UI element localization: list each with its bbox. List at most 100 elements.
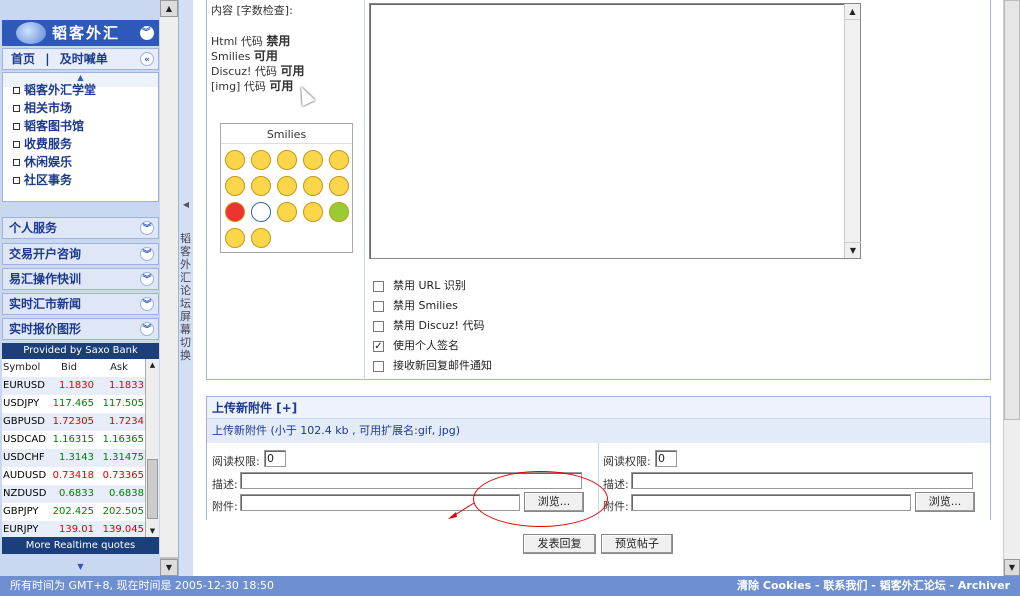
- forum-logo[interactable]: 韬客外汇 ︾: [2, 20, 159, 46]
- smiley-icon[interactable]: [329, 150, 349, 170]
- sidebar-scroll-down-icon[interactable]: ▼: [2, 562, 159, 574]
- footer-link[interactable]: 韬客外汇论坛: [880, 579, 946, 592]
- checkbox[interactable]: [373, 300, 384, 312]
- section-header[interactable]: 易汇操作快训 ︾: [2, 268, 159, 290]
- menu-item[interactable]: 相关市场: [3, 99, 158, 117]
- attach-label: 附件:: [212, 500, 238, 513]
- option-row[interactable]: 接收新回复邮件通知: [373, 358, 492, 374]
- option-row[interactable]: 禁用 Smilies: [373, 298, 458, 314]
- smiley-icon[interactable]: [277, 202, 297, 222]
- checkbox[interactable]: [373, 280, 384, 292]
- bullet-icon: [13, 141, 20, 148]
- quotes-table: Symbol Bid Ask EURUSD 1.1830 1.1833 USDJPY 1…: [2, 359, 145, 539]
- checkbox[interactable]: [373, 320, 384, 332]
- option-row[interactable]: 禁用 URL 识别: [373, 278, 466, 294]
- status-bar: 所有时间为 GMT+8, 现在时间是 2005-12-30 18:50 清除 C…: [0, 576, 1020, 596]
- quote-ask: 1.7234: [109, 416, 144, 427]
- frame-switch-bar[interactable]: ◀ 韬客外汇论坛屏幕切换: [178, 0, 193, 576]
- menu-item[interactable]: 社区事务: [3, 171, 158, 189]
- smiley-icon[interactable]: [225, 176, 245, 196]
- collapse-nav-icon[interactable]: «: [140, 52, 154, 66]
- section-label: 个人服务: [9, 221, 58, 235]
- option-row[interactable]: 禁用 Discuz! 代码: [373, 318, 484, 334]
- smiley-icon[interactable]: [277, 150, 297, 170]
- bullet-icon: [13, 105, 20, 112]
- attach-file-input[interactable]: [631, 494, 911, 511]
- section-header[interactable]: 交易开户咨询 ︾: [2, 243, 159, 265]
- footer-link[interactable]: Archiver: [958, 579, 1010, 592]
- preview-post-button[interactable]: 预览帖子: [601, 534, 673, 554]
- read-perm-input[interactable]: 0: [655, 450, 677, 467]
- footer-link[interactable]: 清除 Cookies: [737, 579, 811, 592]
- message-textarea[interactable]: ▲ ▼: [369, 3, 861, 259]
- nav-home-link[interactable]: 首页: [11, 52, 35, 66]
- sidebar-scrollbar[interactable]: ▲ ▼: [160, 0, 178, 576]
- smiley-icon[interactable]: [225, 228, 245, 248]
- nav-quote-link[interactable]: 及时喊单: [60, 52, 108, 66]
- menu-item[interactable]: 韬客外汇学堂: [3, 81, 158, 99]
- col-symbol-header: Symbol: [3, 362, 41, 373]
- main-scrollbar[interactable]: ▼: [1003, 0, 1020, 576]
- browse-button[interactable]: 浏览...: [915, 492, 975, 512]
- smiley-icon[interactable]: [277, 176, 297, 196]
- textarea-scrollbar[interactable]: ▲ ▼: [844, 4, 861, 258]
- smiley-icon[interactable]: [225, 150, 245, 170]
- quote-row: GBPJPY 202.425 202.505: [2, 503, 145, 521]
- menu-item[interactable]: 休闲娱乐: [3, 153, 158, 171]
- smiley-icon[interactable]: [251, 176, 271, 196]
- section-header[interactable]: 个人服务 ︾: [2, 217, 159, 239]
- more-quotes-link[interactable]: More Realtime quotes: [2, 537, 159, 554]
- quote-row: USDCAD 1.16315 1.16365: [2, 431, 145, 449]
- quote-symbol: EURUSD: [3, 380, 45, 391]
- quote-symbol: GBPUSD: [3, 416, 46, 427]
- checkbox[interactable]: ✓: [373, 340, 384, 352]
- option-label: 接收新回复邮件通知: [393, 359, 492, 372]
- section-label: 实时汇市新闻: [9, 297, 82, 311]
- quote-ask: 1.31475: [102, 452, 144, 463]
- menu-box: ▲ 韬客外汇学堂 相关市场 韬客图书馆 收费服务 休闲娱乐 社区事务: [2, 72, 159, 202]
- quote-symbol: USDCHF: [3, 452, 45, 463]
- expand-icon[interactable]: ︾: [140, 272, 154, 286]
- desc-label: 描述:: [212, 478, 238, 491]
- collapse-arrow-icon[interactable]: ◀: [179, 200, 193, 209]
- discuz-code-status: Discuz! 代码 可用: [211, 64, 305, 78]
- section-header[interactable]: 实时报价图形 ︾: [2, 318, 159, 340]
- quote-ask: 0.6838: [109, 488, 144, 499]
- menu-item[interactable]: 韬客图书馆: [3, 117, 158, 135]
- smiley-icon[interactable]: [251, 228, 271, 248]
- footer-link[interactable]: 联系我们: [823, 579, 867, 592]
- quotes-header-row: Symbol Bid Ask: [2, 359, 145, 377]
- quote-row: GBPUSD 1.72305 1.7234: [2, 413, 145, 431]
- section-header[interactable]: 实时汇市新闻 ︾: [2, 293, 159, 315]
- frame-switch-label: 韬客外汇论坛屏幕切换: [180, 232, 191, 362]
- read-perm-input[interactable]: 0: [264, 450, 286, 467]
- menu-item-label: 社区事务: [24, 173, 73, 187]
- read-perm-label: 阅读权限:: [212, 455, 260, 468]
- submit-reply-button[interactable]: 发表回复: [523, 534, 596, 554]
- smilies-panel: Smilies: [220, 123, 353, 253]
- expand-icon[interactable]: ︾: [140, 297, 154, 311]
- quotes-scrollbar[interactable]: ▲ ▼: [145, 359, 159, 537]
- smiley-icon[interactable]: [303, 150, 323, 170]
- quote-ask: 1.16365: [102, 434, 144, 445]
- expand-icon[interactable]: ︾: [140, 322, 154, 336]
- smiley-icon[interactable]: [225, 202, 245, 222]
- option-label: 禁用 URL 识别: [393, 279, 466, 292]
- smiley-icon[interactable]: [251, 150, 271, 170]
- desc-input[interactable]: [631, 472, 973, 489]
- main-content: 内容 [字数检查]: Html 代码 禁用 Smilies 可用 Discuz!…: [193, 0, 1020, 576]
- smiley-icon[interactable]: [303, 202, 323, 222]
- expand-icon[interactable]: ︾: [140, 221, 154, 235]
- expand-icon[interactable]: ︾: [140, 247, 154, 261]
- collapse-logo-icon[interactable]: ︾: [140, 26, 154, 40]
- smiley-icon[interactable]: [303, 176, 323, 196]
- bullet-icon: [13, 87, 20, 94]
- smiley-icon[interactable]: [329, 176, 349, 196]
- smiley-icon[interactable]: [251, 202, 271, 222]
- left-sidebar: 韬客外汇 ︾ 首页 | 及时喊单 « ▲ 韬客外汇学堂 相关市场 韬客图书馆 收费服务…: [0, 0, 160, 576]
- upload-title[interactable]: 上传新附件 [+]: [207, 397, 990, 419]
- checkbox[interactable]: [373, 360, 384, 372]
- option-row[interactable]: ✓ 使用个人签名: [373, 338, 459, 354]
- menu-item[interactable]: 收费服务: [3, 135, 158, 153]
- smiley-icon[interactable]: [329, 202, 349, 222]
